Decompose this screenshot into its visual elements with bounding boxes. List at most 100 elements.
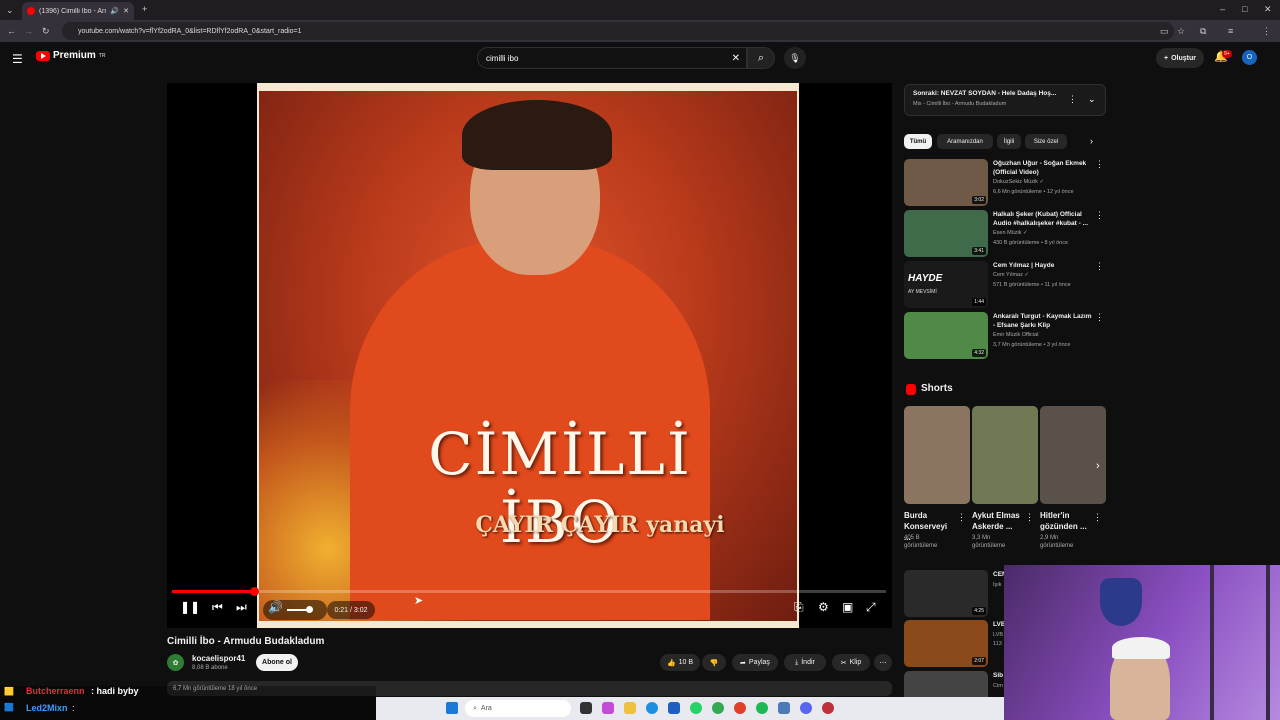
whatsapp-icon[interactable] [690, 702, 702, 714]
recommendation-item[interactable]: 4:32 Ankaralı Turgut - Kaymak Lazım - Ef… [904, 312, 1106, 360]
recommendation-item[interactable]: 4:25 CEN Işık [904, 570, 1007, 618]
tab-close-icon[interactable]: ✕ [123, 7, 129, 15]
scissors-icon: ✂ [840, 659, 847, 667]
recommendation-item[interactable]: HAYDE AY MEVSİMİ 1:44 Cem Yılmaz | Hayde… [904, 261, 1106, 309]
windows-start-icon[interactable] [446, 702, 458, 714]
shorts-next-icon[interactable]: › [1096, 460, 1100, 472]
browser-menu-icon[interactable]: ⋮ [1262, 26, 1271, 37]
spotify-icon[interactable] [756, 702, 768, 714]
progress-bar[interactable] [172, 590, 886, 593]
short-more-icon[interactable]: ⋮ [1093, 512, 1102, 523]
previous-icon[interactable]: ⏮ [212, 600, 223, 615]
rec-more-icon[interactable]: ⋮ [1095, 261, 1104, 272]
app-icon[interactable] [778, 702, 790, 714]
recommendation-item[interactable]: 2:07 LVB LVB 113 [904, 620, 1006, 668]
copilot-icon[interactable] [602, 702, 614, 714]
rec-more-icon[interactable]: ⋮ [1095, 312, 1104, 323]
voice-search-button[interactable]: 🎙 [784, 47, 806, 69]
tab-list-icon[interactable]: ⌄ [6, 5, 14, 16]
close-window-icon[interactable]: ✕ [1264, 4, 1272, 15]
short-title[interactable]: Aykut Elmas Askerde ... [972, 510, 1024, 532]
rec-channel: Cim [993, 683, 1003, 689]
channel-name[interactable]: kocaelispor41 [192, 654, 245, 663]
settings-gear-icon[interactable]: ⚙ [818, 600, 829, 614]
youtube-logo[interactable]: Premium TR [36, 50, 105, 61]
like-count: 10 B [678, 659, 694, 666]
task-view-icon[interactable] [580, 702, 592, 714]
create-button[interactable]: + Oluştur [1156, 48, 1204, 68]
tab-audio-icon[interactable]: 🔊 [110, 7, 119, 15]
recommendation-item[interactable]: 3:41 Halkalı Şeker (Kubat) Official Audi… [904, 210, 1106, 258]
rec-title: Sib [993, 672, 1004, 679]
share-button[interactable]: ➦ Paylaş [732, 654, 778, 671]
clear-search-icon[interactable]: ✕ [732, 53, 740, 64]
singer-hair [462, 100, 612, 170]
subscribe-button[interactable]: Abone ol [256, 654, 298, 671]
forward-icon[interactable]: → [24, 26, 33, 36]
download-button[interactable]: ⤓ İndir [784, 654, 826, 671]
file-explorer-icon[interactable] [624, 702, 636, 714]
rec-channel: Cem Yılmaz ✓ [993, 272, 1029, 278]
chrome-icon[interactable] [712, 702, 724, 714]
rec-thumbnail: 4:25 [904, 570, 988, 617]
chip-from-search[interactable]: Aramanızdan [937, 134, 993, 149]
subtitles-icon[interactable]: ⎘ [794, 600, 804, 615]
rec-more-icon[interactable]: ⋮ [1095, 159, 1104, 170]
short-thumbnail[interactable] [1040, 406, 1106, 504]
shorts-icon [906, 384, 916, 395]
short-thumbnail[interactable] [904, 406, 970, 504]
channel-logo-icon: ✿ [172, 659, 179, 667]
channel-avatar[interactable]: ✿ [167, 654, 184, 671]
rec-thumbnail: HAYDE AY MEVSİMİ 1:44 [904, 261, 988, 308]
obs-icon[interactable] [822, 702, 834, 714]
short-thumbnail[interactable] [972, 406, 1038, 504]
browser-tab-bar [0, 0, 1280, 20]
browser-tab[interactable]: (1396) Cimilli İbo - Armudu 🔊 ✕ [22, 2, 134, 20]
subscriber-count: 8,08 B abone [192, 665, 228, 671]
recommendation-item[interactable]: Sib Cim [904, 671, 1004, 697]
extensions-icon[interactable]: ⧉ [1200, 26, 1206, 37]
account-avatar[interactable]: O [1242, 50, 1257, 65]
short-more-icon[interactable]: ⋮ [1025, 512, 1034, 523]
rec-thumbnail: 3:41 [904, 210, 988, 257]
collapse-chevron-icon[interactable]: ⌄ [1088, 94, 1096, 105]
hamburger-menu-icon[interactable]: ☰ [12, 52, 23, 66]
short-title[interactable]: Hitler'in gözünden ... [1040, 510, 1092, 532]
bookmark-star-icon[interactable]: ☆ [1177, 26, 1185, 37]
maximize-icon[interactable]: □ [1242, 4, 1247, 14]
discord-icon[interactable] [800, 702, 812, 714]
chrome-profile-icon[interactable] [734, 702, 746, 714]
miniplayer-icon[interactable]: ▣ [842, 600, 853, 614]
store-icon[interactable] [668, 702, 680, 714]
search-input[interactable]: cimilli ibo ✕ [477, 47, 747, 69]
more-actions-button[interactable]: ⋯ [874, 654, 892, 671]
chips-next-icon[interactable]: › [1090, 136, 1093, 146]
chip-related[interactable]: İlgili [997, 134, 1021, 149]
short-more-icon[interactable]: ⋮ [957, 512, 966, 523]
next-icon[interactable]: ⏭ [236, 600, 247, 615]
new-tab-icon[interactable]: + [142, 4, 147, 14]
volume-knob[interactable] [306, 606, 313, 613]
edge-icon[interactable] [646, 702, 658, 714]
cast-icon[interactable]: ▭ [1160, 26, 1169, 37]
chip-for-you[interactable]: Size özel [1025, 134, 1067, 149]
recommendation-item[interactable]: 3:02 Oğuzhan Uğur - Soğan Ekmek (Officia… [904, 159, 1106, 207]
media-icon[interactable]: ≡ [1228, 26, 1233, 36]
pause-icon[interactable]: ❚❚ [180, 600, 200, 614]
volume-icon[interactable]: 🔊 [268, 600, 283, 614]
chip-all[interactable]: Tümü [904, 134, 932, 149]
reload-icon[interactable]: ↻ [42, 26, 50, 37]
address-bar[interactable]: youtube.com/watch?v=flYf2odRA_0&list=RDf… [62, 22, 1174, 40]
like-button[interactable]: 👍 10 B [660, 654, 700, 671]
rec-more-icon[interactable]: ⋮ [1095, 210, 1104, 221]
up-next-more-icon[interactable]: ⋮ [1068, 94, 1077, 105]
taskbar-search-placeholder: Ara [480, 705, 492, 712]
progress-played [172, 590, 255, 593]
fullscreen-icon[interactable]: ⤢ [866, 600, 876, 615]
dislike-button[interactable]: 👎 [702, 654, 726, 671]
taskbar-search[interactable]: ⌕ Ara [465, 700, 571, 717]
back-icon[interactable]: ← [7, 26, 16, 36]
clip-button[interactable]: ✂ Klip [832, 654, 870, 671]
search-button[interactable]: ⌕ [747, 47, 775, 69]
minimize-icon[interactable]: – [1220, 4, 1225, 14]
